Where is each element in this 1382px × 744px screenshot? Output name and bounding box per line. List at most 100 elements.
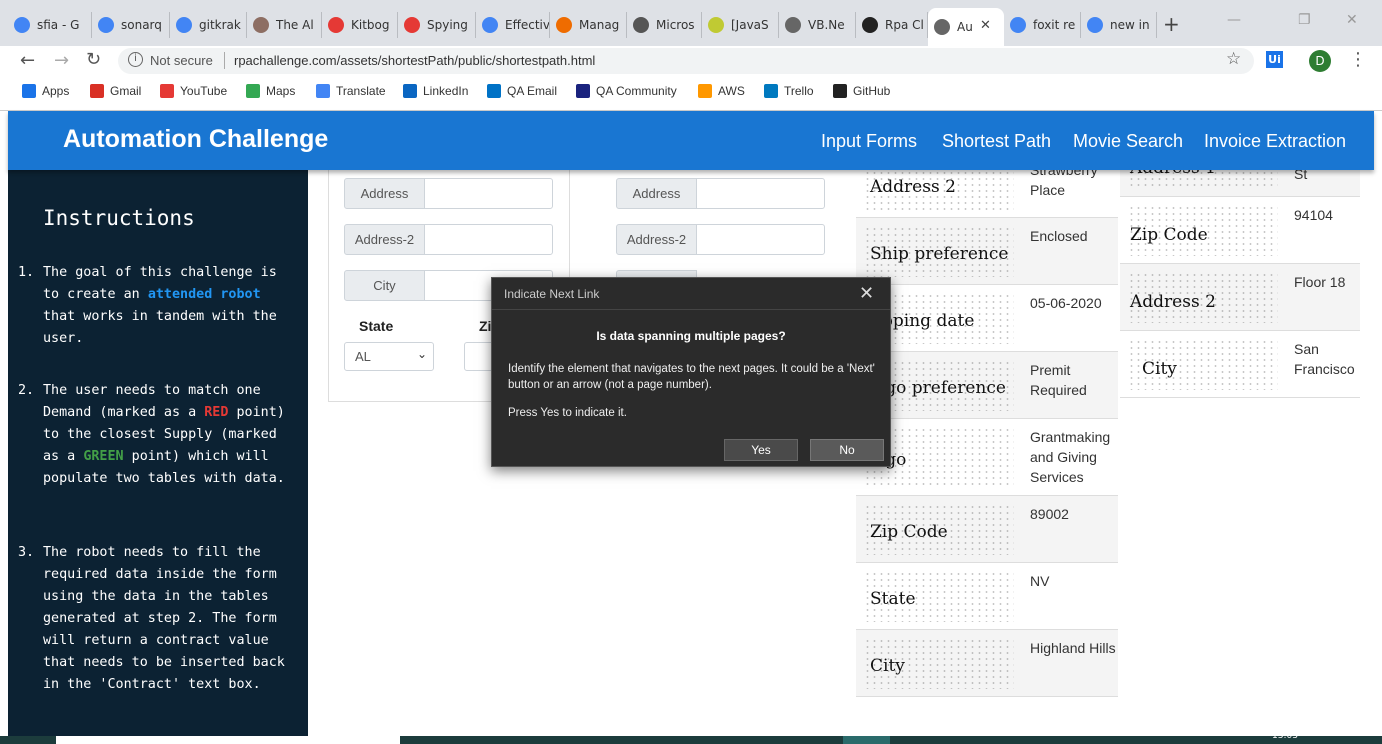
nav-invoice-extraction[interactable]: Invoice Extraction xyxy=(1204,131,1346,152)
nav-input-forms[interactable]: Input Forms xyxy=(821,131,917,152)
address2-label-right: Address-2 xyxy=(616,224,697,255)
browser-tab[interactable]: Rpa Cl xyxy=(856,12,928,38)
youtube-icon xyxy=(160,84,174,98)
profile-avatar[interactable]: D xyxy=(1309,50,1331,72)
instructions-title: Instructions xyxy=(43,206,195,230)
address-input[interactable] xyxy=(424,178,553,209)
browser-tab[interactable]: Au ✕ xyxy=(928,8,1004,46)
table-value: 05-06-2020 xyxy=(1030,295,1102,311)
tab-close-icon[interactable]: ✕ xyxy=(980,18,991,33)
google-icon xyxy=(176,17,192,33)
taskbar-active-app[interactable] xyxy=(843,736,890,744)
table-row: Shipping date 05-06-2020 xyxy=(854,285,1118,352)
dialog-divider xyxy=(492,309,890,310)
bookmark-item[interactable]: AWS xyxy=(698,84,745,98)
browser-tab[interactable]: The Al xyxy=(247,12,322,38)
browser-tab[interactable]: sfia - G xyxy=(8,12,92,38)
tab-label: sonarq xyxy=(121,18,162,32)
browser-tab[interactable]: VB.Ne xyxy=(779,12,856,38)
yes-button[interactable]: Yes xyxy=(724,439,798,461)
reload-icon[interactable]: ↻ xyxy=(86,49,101,70)
maps-icon xyxy=(246,84,260,98)
globe-icon xyxy=(934,19,950,35)
table-value: Floor 18 xyxy=(1294,274,1346,290)
bookmark-item[interactable]: Trello xyxy=(764,84,814,98)
browser-tab[interactable]: Micros xyxy=(627,12,702,38)
url-text[interactable]: rpachallenge.com/assets/shortestPath/pub… xyxy=(234,53,595,68)
bookmark-label: Apps xyxy=(42,84,70,98)
bookmark-item[interactable]: YouTube xyxy=(160,84,227,98)
step-text: The user needs to match one Demand (mark… xyxy=(43,380,293,490)
table-row: City San Francisco xyxy=(1120,331,1360,398)
table-value: Grantmaking and Giving Services xyxy=(1030,429,1111,485)
bird-icon xyxy=(633,17,649,33)
omnibox[interactable]: i Not secure rpachallenge.com/assets/sho… xyxy=(118,48,1254,74)
bookmark-label: AWS xyxy=(718,84,745,98)
bookmark-item[interactable]: QA Community xyxy=(576,84,677,98)
browser-tab[interactable]: gitkrak xyxy=(170,12,247,38)
site-brand[interactable]: Automation Challenge xyxy=(63,125,328,154)
captcha-label: Address 2 xyxy=(870,177,956,197)
outlook-icon xyxy=(487,84,501,98)
bookmark-item[interactable]: GitHub xyxy=(833,84,890,98)
browser-tab[interactable]: Kitbog xyxy=(322,12,398,38)
google-icon xyxy=(1010,17,1026,33)
tab-label: The Al xyxy=(276,18,314,32)
tab-label: [JavaS xyxy=(731,18,769,32)
maximize-icon[interactable]: ❐ xyxy=(1298,12,1311,28)
address2-input[interactable] xyxy=(424,224,553,255)
step-number: 1. xyxy=(18,265,35,280)
info-icon[interactable]: i xyxy=(128,52,143,67)
tab-label: foxit re xyxy=(1033,18,1076,32)
bookmark-item[interactable]: Maps xyxy=(246,84,295,98)
uipath-extension-icon[interactable]: Ui xyxy=(1266,51,1283,68)
dialog-body: Identify the element that navigates to t… xyxy=(508,363,875,391)
browser-tab[interactable]: new in xyxy=(1081,12,1157,38)
tab-label: Spying xyxy=(427,18,468,32)
security-label: Not secure xyxy=(150,53,213,68)
table-value: Enclosed xyxy=(1030,228,1088,244)
bookmark-label: QA Email xyxy=(507,84,558,98)
youtube-icon xyxy=(404,17,420,33)
table-row: Zip Code 89002 xyxy=(856,496,1118,563)
menu-kebab-icon[interactable]: ⋮ xyxy=(1349,49,1367,70)
browser-tab[interactable]: Manag xyxy=(550,12,627,38)
bookmark-item[interactable]: LinkedIn xyxy=(403,84,468,98)
no-button[interactable]: No xyxy=(810,439,884,461)
highlight-text: attended robot xyxy=(147,287,261,302)
browser-tab[interactable]: Effectiv xyxy=(476,12,550,38)
translate-icon xyxy=(316,84,330,98)
bookmark-item[interactable]: Apps xyxy=(22,84,69,98)
browser-tab[interactable]: [JavaS xyxy=(702,12,779,38)
state-select[interactable]: AL ⌄ xyxy=(344,342,434,371)
address2-input-right[interactable] xyxy=(696,224,825,255)
java-icon xyxy=(556,17,572,33)
back-icon[interactable]: ← xyxy=(20,50,35,71)
captcha-label: Ship preference xyxy=(870,244,1009,264)
close-icon[interactable]: ✕ xyxy=(859,283,874,304)
browser-tab[interactable]: sonarq xyxy=(92,12,170,38)
state-selected: AL xyxy=(355,349,371,364)
bookmarks-bar: Apps Gmail YouTube Maps Translate LinkedIn QA … xyxy=(0,76,1382,111)
forward-icon[interactable]: → xyxy=(54,50,69,71)
bookmark-item[interactable]: QA Email xyxy=(487,84,557,98)
taskbar-search-box[interactable] xyxy=(56,736,400,744)
bookmark-star-icon[interactable]: ☆ xyxy=(1226,49,1241,69)
table-row: City Highland Hills xyxy=(856,630,1118,697)
indicate-next-link-dialog: Indicate Next Link ✕ Is data spanning mu… xyxy=(491,277,891,467)
nav-movie-search[interactable]: Movie Search xyxy=(1073,131,1183,152)
table-value: NV xyxy=(1030,573,1050,589)
qa-icon xyxy=(576,84,590,98)
address-input-right[interactable] xyxy=(696,178,825,209)
nav-shortest-path[interactable]: Shortest Path xyxy=(942,131,1051,152)
step-number: 3. xyxy=(18,545,35,560)
minimize-icon[interactable]: — xyxy=(1227,12,1241,28)
bookmark-item[interactable]: Gmail xyxy=(90,84,141,98)
close-window-icon[interactable]: ✕ xyxy=(1346,12,1358,28)
browser-chrome: sfia - G sonarq gitkrak The Al Kitbog Spying E… xyxy=(0,0,1382,111)
table-value: 89002 xyxy=(1030,506,1069,522)
bookmark-item[interactable]: Translate xyxy=(316,84,386,98)
browser-tab[interactable]: foxit re xyxy=(1004,12,1081,38)
new-tab-button[interactable]: + xyxy=(1163,12,1180,36)
browser-tab[interactable]: Spying xyxy=(398,12,476,38)
